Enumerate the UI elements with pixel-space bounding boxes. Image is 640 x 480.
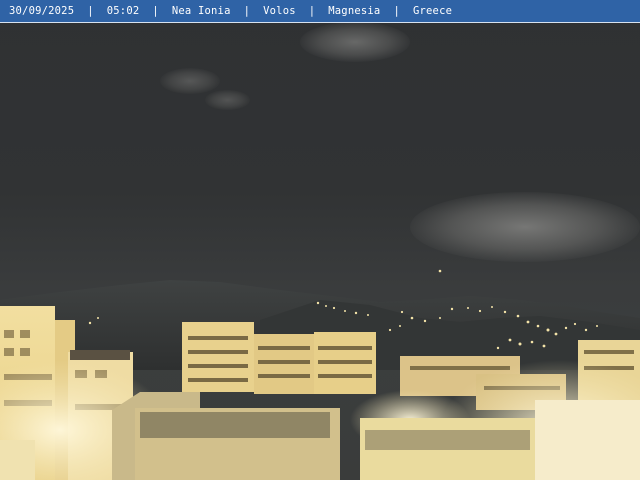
foreground-building-far-right (535, 400, 640, 480)
webcam-info-bar: 30/09/2025 | 05:02 | Nea Ionia | Volos |… (0, 0, 640, 23)
region-label: Magnesia (328, 5, 381, 17)
building-left-roof (70, 350, 130, 360)
separator: | (243, 5, 251, 17)
district-label: Nea Ionia (171, 5, 231, 17)
webcam-image: 30/09/2025 | 05:02 | Nea Ionia | Volos |… (0, 0, 640, 480)
date-label: 30/09/2025 (9, 5, 75, 17)
rooftop-terrace (365, 430, 530, 450)
separator: | (393, 5, 400, 17)
separator: | (87, 5, 94, 17)
country-label: Greece (412, 5, 453, 17)
foreground-building-left-edge (0, 440, 35, 480)
time-label: 05:02 (106, 5, 140, 17)
separator: | (308, 5, 316, 17)
city-skyline (0, 269, 640, 480)
separator: | (152, 5, 159, 17)
city-label: Volos (263, 5, 296, 17)
rooftop-railing (140, 412, 330, 438)
